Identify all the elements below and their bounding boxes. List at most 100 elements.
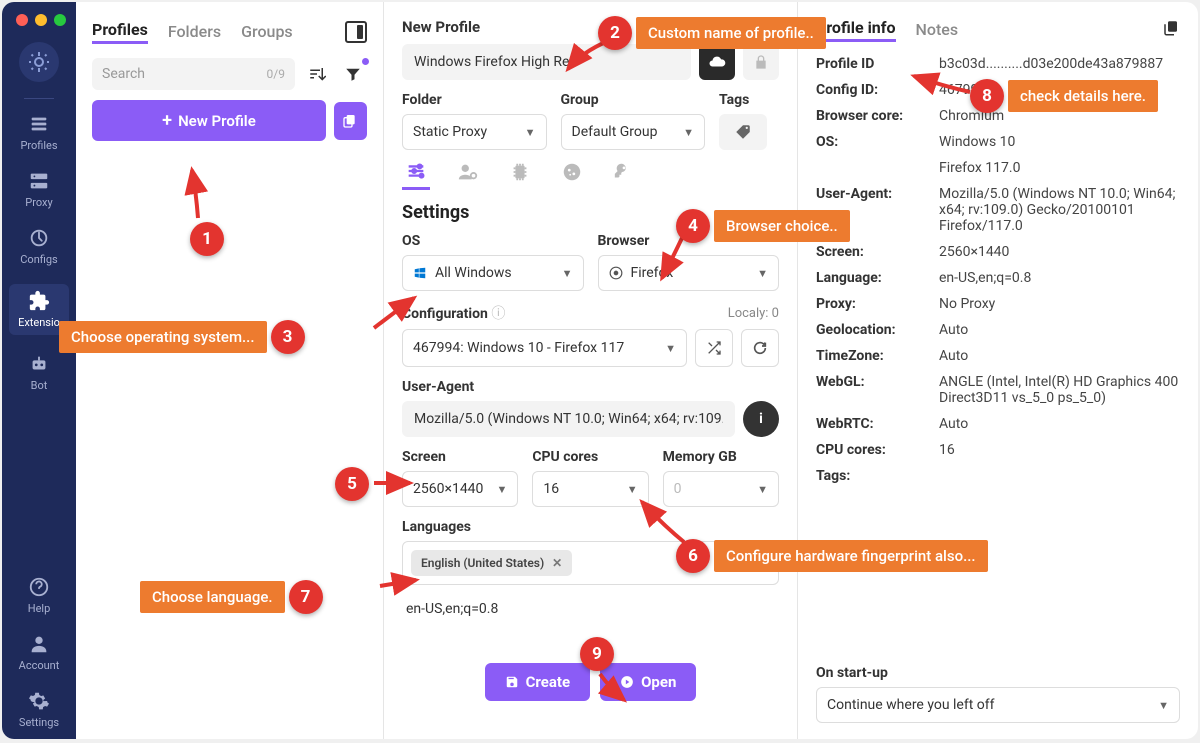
info-key: WebGL:	[816, 374, 931, 406]
sort-icon[interactable]	[303, 60, 331, 88]
window-controls[interactable]	[16, 14, 66, 26]
memory-label: Memory GB	[663, 449, 779, 465]
create-button[interactable]: Create	[485, 663, 590, 701]
chevron-down-icon: ▼	[1158, 699, 1169, 712]
info-key: Tags:	[816, 468, 931, 484]
chevron-down-icon: ▼	[562, 267, 573, 280]
tags-button[interactable]	[719, 114, 767, 150]
copy-icon[interactable]	[1162, 19, 1180, 41]
open-label: Open	[641, 673, 676, 691]
os-label: OS	[402, 233, 584, 249]
refresh-button[interactable]	[741, 329, 779, 367]
nav-bot[interactable]: Bot	[28, 353, 50, 392]
settings-tab-account-icon[interactable]	[454, 162, 482, 190]
save-icon	[505, 675, 519, 689]
info-value: Auto	[939, 416, 1180, 432]
info-key: Browser core:	[816, 108, 931, 124]
cloud-icon[interactable]	[699, 44, 735, 80]
tab-profiles[interactable]: Profiles	[92, 20, 148, 44]
app-logo	[19, 42, 59, 82]
info-key: Proxy:	[816, 296, 931, 312]
cpu-select[interactable]: 16 ▼	[532, 471, 648, 507]
nav-configs-label: Configs	[20, 253, 57, 266]
screen-select[interactable]: 2560×1440 ▼	[402, 471, 518, 507]
info-button[interactable]: i	[743, 401, 779, 437]
chevron-down-icon: ▼	[496, 483, 507, 496]
settings-heading: Settings	[402, 202, 779, 223]
config-select[interactable]: 467994: Windows 10 - Firefox 117 ▼	[402, 329, 687, 367]
nav-help-label: Help	[28, 602, 51, 615]
chevron-down-icon: ▼	[627, 483, 638, 496]
chevron-down-icon: ▼	[757, 267, 768, 280]
panel-tabs: Profiles Folders Groups	[92, 20, 367, 44]
folder-value: Static Proxy	[413, 124, 487, 140]
tags-label: Tags	[719, 92, 779, 108]
new-profile-button[interactable]: + New Profile	[92, 100, 326, 141]
search-placeholder: Search	[102, 66, 145, 82]
startup-label: On start-up	[816, 665, 1180, 681]
new-profile-label: New Profile	[178, 112, 256, 130]
ua-input[interactable]	[402, 401, 735, 437]
search-input[interactable]: Search 0/9	[92, 58, 295, 90]
info-value: Firefox 117.0	[939, 160, 1180, 176]
info-value: 2560×1440	[939, 244, 1180, 260]
nav-configs[interactable]: Configs	[20, 227, 57, 266]
group-select[interactable]: Default Group ▼	[561, 114, 706, 150]
cpu-label: CPU cores	[532, 449, 648, 465]
info-key: CPU cores:	[816, 442, 931, 458]
nav-account[interactable]: Account	[19, 633, 60, 672]
nav-settings[interactable]: Settings	[19, 690, 59, 729]
nav-proxy[interactable]: Proxy	[25, 170, 52, 209]
lang-header-value: en-US,en;q=0.8	[402, 595, 779, 623]
lang-input[interactable]: English (United States) ✕	[402, 541, 779, 585]
settings-category-tabs	[402, 162, 779, 190]
info-key: TimeZone:	[816, 348, 931, 364]
chevron-down-icon: ▼	[683, 126, 694, 139]
startup-select[interactable]: Continue where you left off ▼	[816, 687, 1180, 723]
lang-chip-text: English (United States)	[421, 556, 544, 570]
filter-icon[interactable]	[339, 60, 367, 88]
info-key: OS:	[816, 134, 931, 150]
os-value: All Windows	[435, 265, 512, 281]
localy-count: Localy: 0	[728, 306, 779, 321]
screen-label: Screen	[402, 449, 518, 465]
nav-profiles[interactable]: Profiles	[20, 113, 57, 152]
info-panel: Profile info Notes Profile IDb3c03d.....…	[798, 2, 1198, 739]
profile-name-input[interactable]	[402, 44, 691, 80]
settings-tab-hardware-icon[interactable]	[506, 162, 534, 190]
nav-account-label: Account	[19, 659, 60, 672]
settings-tab-cookies-icon[interactable]	[558, 162, 586, 190]
info-key: Geolocation:	[816, 322, 931, 338]
windows-icon	[413, 266, 427, 280]
nav-extensions-label: Extensio	[18, 316, 60, 329]
settings-tab-security-icon[interactable]	[610, 162, 638, 190]
layout-toggle-icon[interactable]	[345, 21, 367, 43]
cpu-value: 16	[543, 481, 559, 497]
chevron-down-icon: ▼	[757, 483, 768, 496]
os-select[interactable]: All Windows ▼	[402, 255, 584, 291]
chevron-down-icon: ▼	[525, 126, 536, 139]
shuffle-button[interactable]	[695, 329, 733, 367]
nav-settings-label: Settings	[19, 716, 59, 729]
folder-select[interactable]: Static Proxy ▼	[402, 114, 547, 150]
close-window-icon[interactable]	[16, 14, 28, 26]
info-grid: Profile IDb3c03d..........d03e200de43a87…	[816, 56, 1180, 484]
info-value: Windows 10	[939, 134, 1180, 150]
tab-notes[interactable]: Notes	[916, 20, 959, 41]
remove-lang-icon[interactable]: ✕	[552, 556, 562, 570]
minimize-window-icon[interactable]	[35, 14, 47, 26]
info-value: en-US,en;q=0.8	[939, 270, 1180, 286]
clone-profile-button[interactable]	[334, 102, 367, 140]
tab-folders[interactable]: Folders	[168, 22, 221, 43]
nav-extensions[interactable]: Extensio	[9, 284, 69, 335]
lock-icon[interactable]	[743, 44, 779, 80]
reset-link[interactable]: Reset to default	[687, 24, 779, 39]
tab-profile-info[interactable]: Profile info	[816, 18, 896, 42]
info-key: User-Agent:	[816, 186, 931, 234]
nav-help[interactable]: Help	[28, 576, 51, 615]
editor-title: New Profile	[402, 18, 480, 36]
info-value: 46799	[939, 82, 1180, 98]
tab-groups[interactable]: Groups	[241, 22, 293, 43]
settings-tab-general-icon[interactable]	[402, 162, 430, 190]
maximize-window-icon[interactable]	[54, 14, 66, 26]
